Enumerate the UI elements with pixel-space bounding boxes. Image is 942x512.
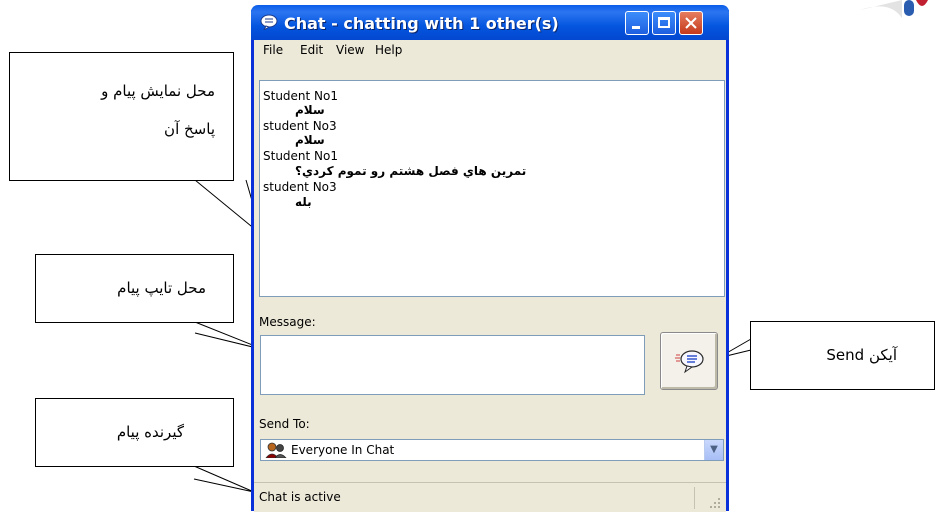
chat-message: سلام	[295, 103, 325, 117]
callout-recipient-text: گیرنده پیام	[116, 423, 184, 441]
message-label: Message:	[259, 315, 316, 329]
callout-type-area: محل تایپ پیام	[35, 254, 234, 323]
recipient-dropdown[interactable]: Everyone In Chat ▼	[260, 439, 724, 461]
menu-file[interactable]: File	[263, 43, 283, 57]
title-bar[interactable]: Chat - chatting with 1 other(s)	[251, 5, 729, 40]
send-speech-bubble-icon	[675, 350, 704, 374]
status-bar: Chat is active	[254, 482, 726, 512]
recipient-selected: Everyone In Chat	[291, 443, 395, 457]
maximize-button[interactable]	[652, 11, 676, 35]
callout-display-area: محل نمایش پیام و پاسخ آن	[9, 52, 234, 181]
chat-message: بله	[295, 195, 312, 209]
chat-bubble-icon	[260, 14, 278, 30]
message-input[interactable]	[260, 335, 645, 395]
minimize-button[interactable]	[625, 11, 649, 35]
status-text: Chat is active	[259, 490, 341, 504]
callout-send-icon: آیکن Send	[750, 321, 935, 390]
close-icon	[685, 17, 697, 29]
callout-send-text: آیکن Send	[826, 346, 897, 364]
callout-display-line1: محل نمایش پیام و	[101, 82, 215, 100]
send-to-label: Send To:	[259, 417, 310, 431]
chat-sender: student No3	[263, 180, 337, 194]
menu-help[interactable]: Help	[375, 43, 402, 57]
chat-sender: Student No1	[263, 89, 339, 103]
chat-sender: student No3	[263, 119, 337, 133]
send-button[interactable]	[660, 332, 718, 390]
minimize-icon	[632, 26, 640, 29]
status-divider	[694, 487, 695, 509]
chat-window: Chat - chatting with 1 other(s) File Edi…	[251, 5, 729, 512]
people-icon	[265, 442, 287, 458]
menu-edit[interactable]: Edit	[300, 43, 323, 57]
corner-logo	[860, 0, 928, 18]
maximize-icon	[658, 17, 670, 28]
menu-bar: File Edit View Help	[254, 41, 726, 61]
close-button[interactable]	[679, 11, 703, 35]
callout-type-text: محل تایپ پیام	[117, 279, 206, 297]
chat-message: تمرين هاي فصل هشتم رو تموم كردي؟	[295, 164, 527, 178]
chevron-down-icon[interactable]: ▼	[704, 440, 723, 460]
menu-view[interactable]: View	[336, 43, 364, 57]
chat-message: سلام	[295, 133, 325, 147]
callout-recipient: گیرنده پیام	[35, 398, 234, 467]
resize-grip-icon[interactable]	[709, 497, 721, 509]
chat-log[interactable]: Student No1 سلام student No3 سلام Studen…	[259, 80, 725, 297]
callout-display-line2: پاسخ آن	[164, 120, 215, 138]
window-title: Chat - chatting with 1 other(s)	[284, 14, 559, 33]
chat-sender: Student No1	[263, 149, 339, 163]
